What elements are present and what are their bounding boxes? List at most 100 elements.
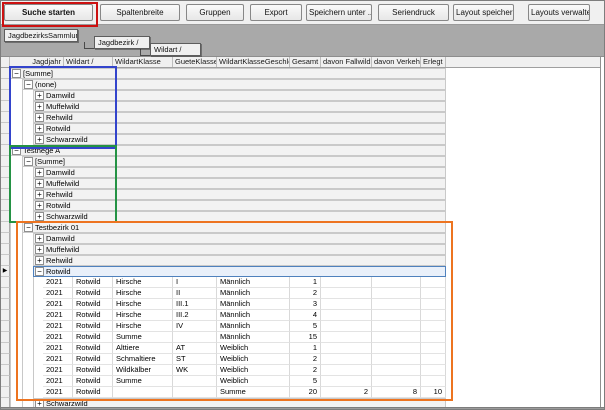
table-row[interactable]: 2021RotwildHirscheIII.2Männlich4 xyxy=(1,310,446,321)
cell-gesamt[interactable]: 1 xyxy=(290,343,321,354)
cell-davon-fallwild[interactable] xyxy=(321,343,372,354)
group-row-box[interactable]: −[Summe] xyxy=(10,68,446,79)
cell-erlegt[interactable] xyxy=(421,376,446,387)
expand-group-icon[interactable]: + xyxy=(35,102,44,111)
column-header-erlegt[interactable]: Erlegt xyxy=(421,57,446,67)
group-row-rotwild[interactable]: +Rotwild xyxy=(1,123,446,134)
button-seriendruck[interactable]: Seriendruck xyxy=(378,4,449,21)
group-row-box[interactable]: +Rehwild xyxy=(33,112,446,123)
table-row[interactable]: 2021RotwildSummeMännlich15 xyxy=(1,332,446,343)
cell-erlegt[interactable] xyxy=(421,310,446,321)
button-spaltenbreite[interactable]: Spaltenbreite xyxy=(100,4,180,21)
expand-group-icon[interactable]: + xyxy=(35,201,44,210)
cell-jagdjahr[interactable]: 2021 xyxy=(43,332,73,343)
cell-davon-verkehr[interactable] xyxy=(372,310,421,321)
cell-davon-verkehr[interactable] xyxy=(372,354,421,365)
cell-jagdjahr[interactable]: 2021 xyxy=(43,299,73,310)
group-row-box[interactable]: +Damwild xyxy=(33,167,446,178)
cell-wildartklasse[interactable]: Wildkälber xyxy=(113,365,173,376)
cell-wildart[interactable]: Rotwild xyxy=(73,277,113,288)
group-chip-jagdbezirk[interactable]: Jagdbezirk / xyxy=(94,36,150,49)
button-layouts-verwalten[interactable]: Layouts verwalten xyxy=(528,4,590,21)
cell-davon-fallwild[interactable] xyxy=(321,299,372,310)
cell-erlegt[interactable] xyxy=(421,321,446,332)
group-row-rehwild[interactable]: +Rehwild xyxy=(1,112,446,123)
button-layout-speichern[interactable]: Layout speichern xyxy=(453,4,514,21)
group-row-summe[interactable]: −[Summe] xyxy=(1,68,446,79)
cell-gesamt[interactable]: 5 xyxy=(290,321,321,332)
expand-group-icon[interactable]: + xyxy=(35,168,44,177)
cell-wildart[interactable]: Rotwild xyxy=(73,387,113,398)
group-row-schwarzwild[interactable]: +Schwarzwild xyxy=(1,134,446,145)
cell-davon-verkehr[interactable] xyxy=(372,332,421,343)
group-row-box[interactable]: +Rehwild xyxy=(33,189,446,200)
cell-gesamt[interactable]: 2 xyxy=(290,288,321,299)
cell-wildartklasse[interactable]: Schmaltiere xyxy=(113,354,173,365)
table-row[interactable]: 2021RotwildSchmaltiereSTWeiblich2 xyxy=(1,354,446,365)
cell-erlegt[interactable] xyxy=(421,299,446,310)
button-gruppen[interactable]: Gruppen xyxy=(186,4,244,21)
group-chip-jagdbezirkssammlung[interactable]: JagdbezirksSammlung / xyxy=(4,29,78,42)
button-export[interactable]: Export xyxy=(250,4,302,21)
cell-gesamt[interactable]: 5 xyxy=(290,376,321,387)
cell-wildartklassegeschlecht[interactable]: Männlich xyxy=(217,277,290,288)
cell-jagdjahr[interactable]: 2021 xyxy=(43,288,73,299)
group-row-box[interactable]: +Schwarzwild xyxy=(33,211,446,222)
group-row-muffelwild[interactable]: +Muffelwild xyxy=(1,244,446,255)
group-row-box[interactable]: −(none) xyxy=(22,79,446,90)
cell-wildart[interactable]: Rotwild xyxy=(73,321,113,332)
group-row-testhege-a[interactable]: −Testhege A xyxy=(1,145,446,156)
group-row-box[interactable]: +Schwarzwild xyxy=(33,134,446,145)
cell-jagdjahr[interactable]: 2021 xyxy=(43,310,73,321)
group-row-testbezirk-01[interactable]: −Testbezirk 01 xyxy=(1,222,446,233)
collapse-group-icon[interactable]: − xyxy=(12,69,21,78)
table-row[interactable]: 2021RotwildWildkälberWKWeiblich2 xyxy=(1,365,446,376)
table-row[interactable]: 2021RotwildHirscheIMännlich1 xyxy=(1,277,446,288)
cell-wildart[interactable]: Rotwild xyxy=(73,310,113,321)
cell-jagdjahr[interactable]: 2021 xyxy=(43,365,73,376)
cell-wildart[interactable]: Rotwild xyxy=(73,288,113,299)
expand-group-icon[interactable]: + xyxy=(35,234,44,243)
button-suche-starten[interactable]: Suche starten xyxy=(4,4,93,21)
group-row-rotwild[interactable]: ▶−Rotwild xyxy=(1,266,446,277)
cell-davon-fallwild[interactable] xyxy=(321,376,372,387)
cell-wildart[interactable]: Rotwild xyxy=(73,365,113,376)
button-speichern-unter[interactable]: Speichern unter ... xyxy=(306,4,372,21)
cell-erlegt[interactable] xyxy=(421,343,446,354)
collapse-group-icon[interactable]: − xyxy=(12,146,21,155)
group-row-box[interactable]: +Rehwild xyxy=(33,255,446,266)
group-row-damwild[interactable]: +Damwild xyxy=(1,90,446,101)
cell-wildart[interactable]: Rotwild xyxy=(73,376,113,387)
group-row-rehwild[interactable]: +Rehwild xyxy=(1,189,446,200)
cell-wildart[interactable]: Rotwild xyxy=(73,299,113,310)
cell-wildart[interactable]: Rotwild xyxy=(73,343,113,354)
cell-davon-verkehr[interactable] xyxy=(372,343,421,354)
cell-davon-verkehr[interactable] xyxy=(372,365,421,376)
table-row[interactable]: 2021RotwildSummeWeiblich5 xyxy=(1,376,446,387)
cell-gueteklasse[interactable]: III.1 xyxy=(173,299,217,310)
group-row-box[interactable]: +Muffelwild xyxy=(33,178,446,189)
group-row-rehwild[interactable]: +Rehwild xyxy=(1,255,446,266)
collapse-group-icon[interactable]: − xyxy=(35,267,44,276)
cell-davon-fallwild[interactable]: 2 xyxy=(321,387,372,398)
cell-wildartklassegeschlecht[interactable]: Männlich xyxy=(217,299,290,310)
cell-jagdjahr[interactable]: 2021 xyxy=(43,354,73,365)
expand-group-icon[interactable]: + xyxy=(35,179,44,188)
expand-group-icon[interactable]: + xyxy=(35,256,44,265)
column-header-wildartklasse[interactable]: WildartKlasse xyxy=(113,57,173,67)
expand-group-icon[interactable]: + xyxy=(35,113,44,122)
group-row-box[interactable]: −Testbezirk 01 xyxy=(22,222,446,233)
cell-gueteklasse[interactable] xyxy=(173,387,217,398)
column-header-wildart[interactable]: Wildart / xyxy=(64,57,113,67)
cell-davon-fallwild[interactable] xyxy=(321,321,372,332)
column-header-jagdjahr[interactable]: Jagdjahr xyxy=(10,57,64,67)
cell-gueteklasse[interactable] xyxy=(173,376,217,387)
cell-wildartklasse[interactable] xyxy=(113,387,173,398)
expand-group-icon[interactable]: + xyxy=(35,124,44,133)
group-row-box[interactable]: +Muffelwild xyxy=(33,101,446,112)
group-row-schwarzwild[interactable]: +Schwarzwild xyxy=(1,211,446,222)
cell-gueteklasse[interactable] xyxy=(173,332,217,343)
column-header-wildartklassegeschlecht[interactable]: WildartKlasseGeschlecht xyxy=(217,57,290,67)
cell-davon-verkehr[interactable] xyxy=(372,299,421,310)
group-row-damwild[interactable]: +Damwild xyxy=(1,167,446,178)
